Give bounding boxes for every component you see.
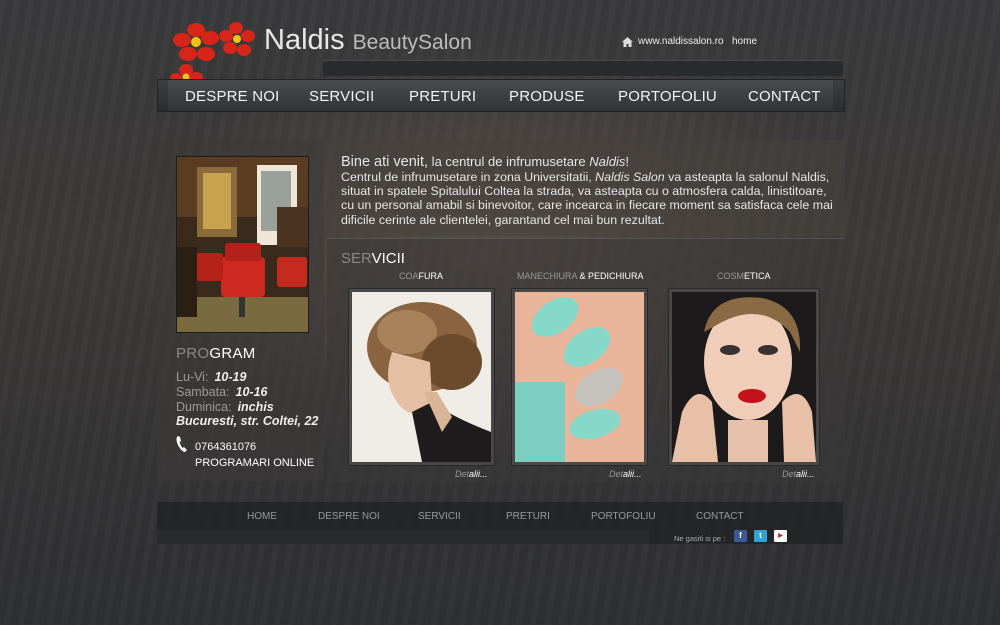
site-url-text: www.naldissalon.ro [638,36,724,47]
service-card-cosmetica[interactable] [668,288,820,466]
nav-servicii[interactable]: SERVICII [309,88,375,105]
cosmetics-photo [672,292,816,462]
hours-label: Duminica: [176,400,232,414]
program-title: PROGRAM [176,345,256,362]
category-title-bright: & PEDICHIURA [577,271,644,281]
hairstyle-photo [352,292,491,462]
twitter-icon[interactable]: t [754,530,767,542]
footer-nav-despre-noi[interactable]: DESPRE NOI [318,511,380,522]
footer-nav-portofoliu[interactable]: PORTOFOLIU [591,511,656,522]
online-booking-link[interactable]: PROGRAMARI ONLINE [195,457,314,469]
details-bright: alii... [469,469,488,479]
category-title-dim: COSM [717,271,744,281]
welcome-title-brand: Naldis [589,154,626,169]
category-title-cosmetica: COSMETICA [717,271,771,281]
category-title-dim: COA [399,271,419,281]
brand-subtitle: BeautySalon [352,31,472,54]
home-link[interactable]: home [732,36,757,47]
nav-contact[interactable]: CONTACT [748,88,821,105]
youtube-icon[interactable]: ▶ [774,530,787,542]
site-url-link[interactable]: www.naldissalon.ro [622,36,724,47]
hours-label: Sambata: [176,385,230,399]
services-title-dim: SER [341,250,372,267]
category-title-bright: FURA [418,271,444,281]
nav-despre-noi[interactable]: DESPRE NOI [185,88,280,105]
details-dim: Det [455,469,470,479]
social-label: Ne gasiti si pe : [674,534,726,543]
welcome-title-end: ! [625,154,629,169]
brand-name: Naldis BeautySalon [264,24,472,57]
welcome-title-main: Bine ati venit, [341,154,429,170]
footer-nav-contact[interactable]: CONTACT [696,511,744,522]
category-title-manichiura: MANECHIURA & PEDICHIURA [517,271,644,281]
hours-label: Lu-Vi: [176,370,209,384]
details-link-manichiura[interactable]: Detalii... [609,469,642,479]
footer-nav-preturi[interactable]: PRETURI [506,511,550,522]
footer-nav-home[interactable]: HOME [247,511,277,522]
facebook-icon[interactable]: f [734,530,747,542]
nav-portofoliu[interactable]: PORTOFOLIU [618,88,717,105]
category-title-coafura: COAFURA [399,271,443,281]
nav-produse[interactable]: PRODUSE [509,88,585,105]
hours-row: Lu-Vi: 10-19 [176,370,246,384]
service-card-coafura[interactable] [348,288,495,466]
phone-number[interactable]: 0764361076 [195,441,256,453]
hours-row: Duminica: inchis [176,400,274,414]
hours-value: 10-19 [214,370,247,384]
footer-strip [157,530,649,544]
services-title-bright: VICII [371,250,405,267]
details-link-cosmetica[interactable]: Detalii... [782,469,815,479]
details-bright: alii... [623,469,642,479]
program-title-dim: PRO [176,345,210,362]
details-bright: alii... [796,469,815,479]
hours-value: inchis [237,400,274,414]
service-card-manichiura[interactable] [511,288,648,466]
home-icon [622,36,633,47]
hours-value: 10-16 [235,385,268,399]
manicure-photo [515,292,644,462]
details-dim: Det [782,469,797,479]
nav-preturi[interactable]: PRETURI [409,88,476,105]
address: Bucuresti, str. Coltei, 22 [176,414,319,428]
services-title: SERVICII [341,250,405,267]
details-link-coafura[interactable]: Detalii... [455,469,488,479]
phone-icon [176,436,187,452]
header-strip [323,60,843,76]
welcome-text: Centrul de infrumusetare in zona Univers… [341,170,841,227]
category-title-bright: ETICA [744,271,771,281]
footer-nav-servicii[interactable]: SERVICII [418,511,461,522]
details-dim: Det [609,469,624,479]
salon-interior-photo [176,156,309,333]
welcome-title-rest: la centrul de infrumusetare [428,154,590,169]
welcome-text-part: Centrul de infrumusetare in zona Univers… [341,170,596,184]
category-title-dim: MANECHIURA [517,271,578,281]
brand-title: Naldis [264,24,345,56]
hours-row: Sambata: 10-16 [176,385,268,399]
main-nav: DESPRE NOI SERVICII PRETURI PRODUSE PORT… [157,79,845,112]
welcome-title: Bine ati venit, la centrul de infrumuset… [341,154,629,170]
welcome-text-brand: Naldis Salon [595,170,665,184]
program-title-bright: GRAM [209,345,256,362]
